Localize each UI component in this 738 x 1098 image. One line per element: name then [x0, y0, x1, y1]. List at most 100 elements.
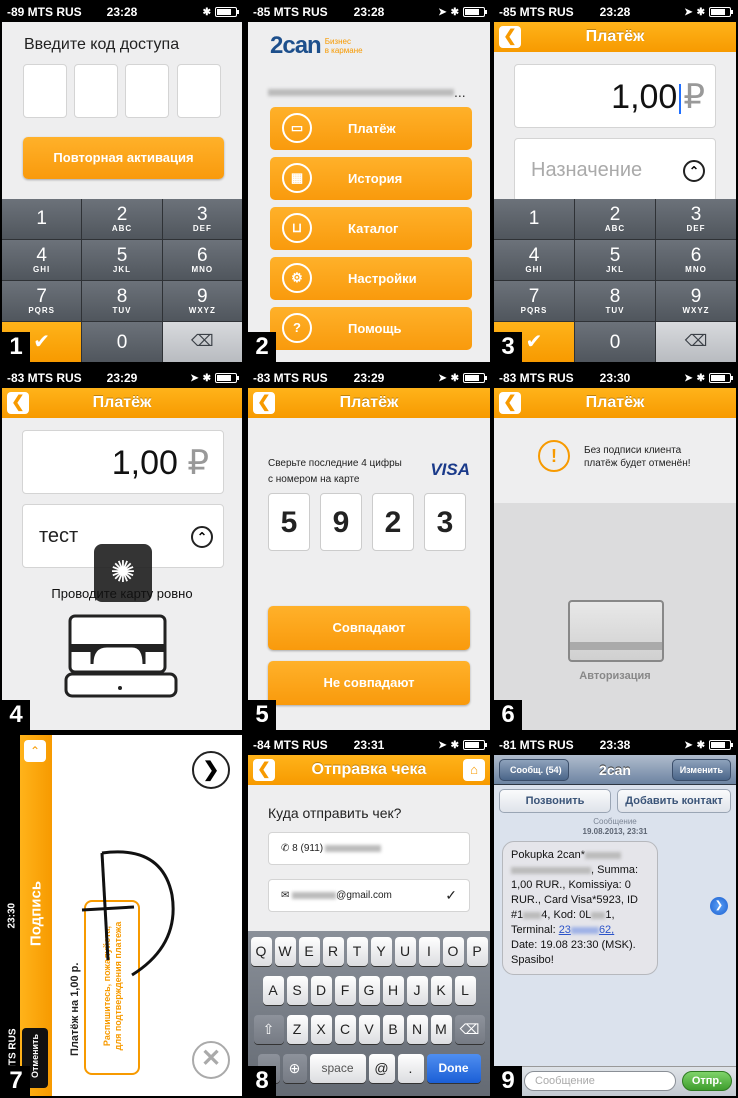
next-arrow-icon[interactable]: ❯: [192, 751, 230, 789]
purpose-input[interactable]: Назначение ⌃: [514, 138, 716, 202]
back-button[interactable]: ❮: [499, 392, 521, 414]
code-digit-3[interactable]: [125, 64, 169, 118]
menu-settings-button[interactable]: ⚙ Настройки: [270, 257, 472, 300]
key-x[interactable]: X: [310, 1015, 332, 1044]
key-7[interactable]: 7 PQRS: [494, 281, 574, 321]
key-h[interactable]: H: [382, 976, 404, 1005]
at-key[interactable]: @: [368, 1054, 395, 1083]
send-button[interactable]: Отпр.: [682, 1071, 732, 1091]
key-4[interactable]: 4 GHI: [2, 240, 82, 280]
key-1[interactable]: 1: [2, 199, 82, 239]
key-p[interactable]: P: [466, 937, 488, 966]
phone-icon: ✆: [281, 843, 290, 854]
match-button[interactable]: Совпадают: [268, 606, 470, 650]
time: 23:30: [6, 902, 18, 929]
key-v[interactable]: V: [358, 1015, 380, 1044]
email-field[interactable]: ✉ @gmail.com ✓: [268, 879, 470, 912]
back-button[interactable]: ❮: [499, 26, 521, 48]
key-n[interactable]: N: [406, 1015, 428, 1044]
back-button[interactable]: ❮: [7, 392, 29, 414]
collapse-icon[interactable]: ⌃: [683, 160, 705, 182]
space-key[interactable]: space: [309, 1054, 366, 1083]
key-5[interactable]: 5 JKL: [575, 240, 655, 280]
key-d[interactable]: D: [310, 976, 332, 1005]
key-6[interactable]: 6 MNO: [162, 240, 242, 280]
key-8[interactable]: 8 TUV: [575, 281, 655, 321]
key-1[interactable]: 1: [494, 199, 574, 239]
close-icon[interactable]: ✕: [192, 1041, 230, 1079]
key-3[interactable]: 3 DEF: [656, 199, 736, 239]
key-o[interactable]: O: [442, 937, 464, 966]
key-r[interactable]: R: [322, 937, 344, 966]
dot-key[interactable]: .: [397, 1054, 424, 1083]
key-t[interactable]: T: [346, 937, 368, 966]
menu-history-button[interactable]: ▦ История: [270, 157, 472, 200]
screen-1-access-code: -89 MTS RUS 23:28 ✱ Введите код доступа По…: [2, 2, 242, 362]
back-button[interactable]: ❮: [253, 392, 275, 414]
key-j[interactable]: J: [406, 976, 428, 1005]
step-number: 9: [494, 1066, 522, 1096]
key-y[interactable]: Y: [370, 937, 392, 966]
key-i[interactable]: I: [418, 937, 440, 966]
delete-key[interactable]: ⌫: [656, 322, 736, 362]
key-m[interactable]: M: [430, 1015, 452, 1044]
key-e[interactable]: E: [298, 937, 320, 966]
message-input[interactable]: Сообщение: [524, 1071, 676, 1091]
key-z[interactable]: Z: [286, 1015, 308, 1044]
add-contact-button[interactable]: Добавить контакт: [617, 789, 731, 813]
amount-field[interactable]: 1,00 ₽: [22, 430, 224, 494]
terminal-link[interactable]: 23: [559, 924, 571, 936]
key-q[interactable]: Q: [250, 937, 272, 966]
globe-key[interactable]: ⊕: [282, 1054, 307, 1083]
key-b[interactable]: B: [382, 1015, 404, 1044]
collapse-button[interactable]: ⌃: [24, 740, 46, 762]
shift-key[interactable]: ⇧: [253, 1015, 284, 1044]
key-0[interactable]: 0: [82, 322, 162, 362]
back-button[interactable]: ❮: [253, 759, 275, 781]
code-digit-4[interactable]: [177, 64, 221, 118]
step-number: 4: [2, 700, 30, 730]
key-3[interactable]: 3 DEF: [162, 199, 242, 239]
no-match-button[interactable]: Не совпадают: [268, 661, 470, 705]
menu-help-button[interactable]: ? Помощь: [270, 307, 472, 350]
reactivate-button[interactable]: Повторная активация: [23, 137, 224, 179]
amount-input[interactable]: 1,00 ₽: [514, 64, 716, 128]
key-u[interactable]: U: [394, 937, 416, 966]
key-9[interactable]: 9 WXYZ: [162, 281, 242, 321]
key-g[interactable]: G: [358, 976, 380, 1005]
key-k[interactable]: K: [430, 976, 452, 1005]
key-7[interactable]: 7 PQRS: [2, 281, 82, 321]
key-w[interactable]: W: [274, 937, 296, 966]
delete-key[interactable]: ⌫: [162, 322, 242, 362]
done-key[interactable]: Done: [426, 1054, 481, 1083]
key-c[interactable]: C: [334, 1015, 356, 1044]
menu-catalog-button[interactable]: ⊔ Каталог: [270, 207, 472, 250]
call-button[interactable]: Позвонить: [499, 789, 611, 813]
key-2[interactable]: 2 ABC: [575, 199, 655, 239]
key-a[interactable]: A: [262, 976, 284, 1005]
key-l[interactable]: L: [454, 976, 476, 1005]
edit-button[interactable]: Изменить: [671, 759, 731, 781]
key-0[interactable]: 0: [575, 322, 655, 362]
collapse-icon[interactable]: ⌃: [191, 526, 213, 548]
message-date: 19.08.2013, 23:31: [582, 827, 648, 836]
status-bar: -84 MTS RUS 23:31 ➤ ✱: [248, 735, 490, 755]
details-arrow-icon[interactable]: ❯: [710, 897, 728, 915]
key-5[interactable]: 5 JKL: [82, 240, 162, 280]
key-8[interactable]: 8 TUV: [82, 281, 162, 321]
location-icon: ➤: [684, 739, 693, 751]
code-digit-2[interactable]: [74, 64, 118, 118]
key-2[interactable]: 2 ABC: [82, 199, 162, 239]
phone-field[interactable]: ✆ 8 (911): [268, 832, 470, 865]
key-9[interactable]: 9 WXYZ: [656, 281, 736, 321]
backspace-key[interactable]: ⌫: [454, 1015, 485, 1044]
menu-payment-button[interactable]: ▭ Платёж: [270, 107, 472, 150]
code-digit-1[interactable]: [23, 64, 67, 118]
sms-bubble[interactable]: Pokupka 2can* , Summa: 1,00 RUR., Komiss…: [502, 841, 658, 975]
battery-icon: [463, 7, 487, 17]
key-s[interactable]: S: [286, 976, 308, 1005]
home-button[interactable]: ⌂: [463, 759, 485, 781]
key-6[interactable]: 6 MNO: [656, 240, 736, 280]
key-4[interactable]: 4 GHI: [494, 240, 574, 280]
key-f[interactable]: F: [334, 976, 356, 1005]
